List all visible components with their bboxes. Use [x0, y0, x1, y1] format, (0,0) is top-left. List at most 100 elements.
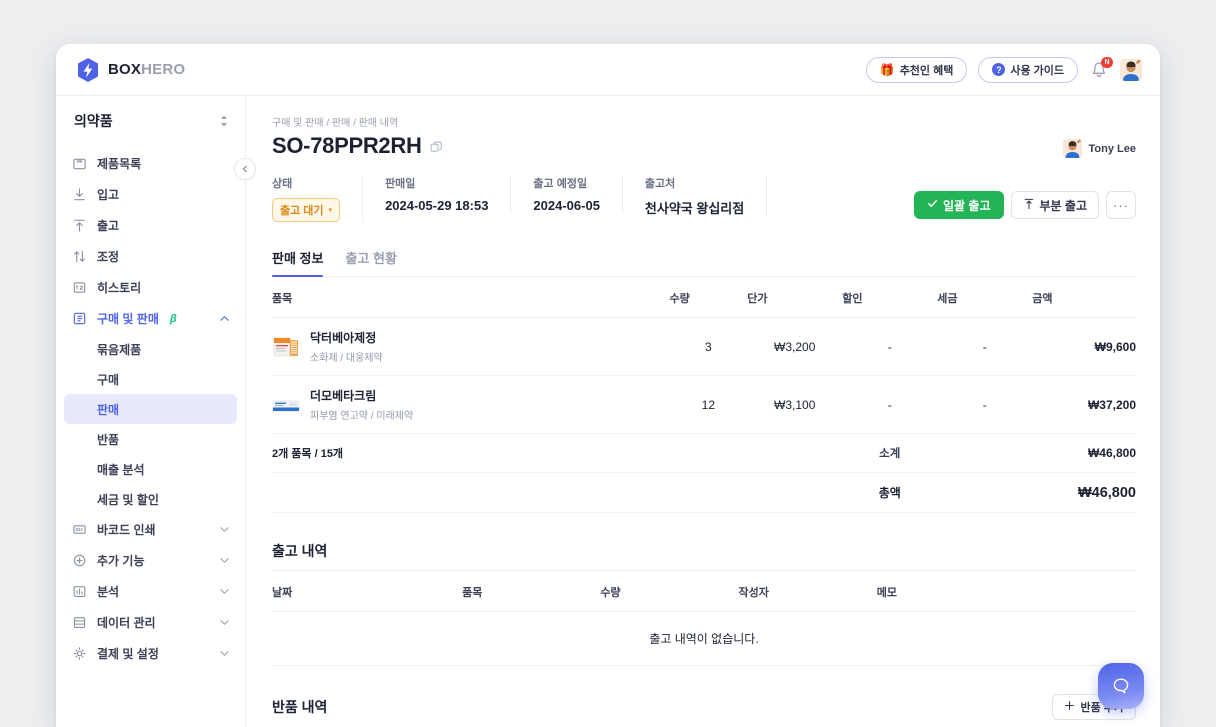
- status-badge[interactable]: 출고 대기 ▾: [272, 198, 340, 222]
- sidebar-item-extra-features[interactable]: 추가 기능: [64, 545, 237, 576]
- table-row[interactable]: 닥터베아제정 소화제 / 대웅제약 3 ₩3,200 - - ₩9,600: [272, 318, 1136, 376]
- sidebar-item-tax-discount[interactable]: 세금 및 할인: [64, 484, 237, 514]
- meta-label: 출고 예정일: [533, 175, 600, 191]
- product-name: 닥터베아제정: [310, 329, 383, 346]
- partial-ship-button[interactable]: 부분 출고: [1011, 191, 1100, 219]
- boxhero-logo-icon: [76, 57, 100, 83]
- tab-label: 판매 정보: [272, 251, 323, 266]
- spacer-cell: [747, 473, 842, 513]
- table-row[interactable]: 더모베타크림 피부염 연고약 / 미래제약 12 ₩3,100 - - ₩37,…: [272, 376, 1136, 434]
- sidebar-item-inbound[interactable]: 입고: [64, 179, 237, 210]
- sidebar-item-sales[interactable]: 판매: [64, 394, 237, 424]
- plus-icon: [1064, 700, 1075, 714]
- col-memo: 메모: [877, 571, 1136, 612]
- sidebar-item-label: 매출 분석: [97, 461, 145, 478]
- chevron-up-icon: [220, 314, 229, 324]
- product-subtitle: 소화제 / 대웅제약: [310, 349, 383, 364]
- product-thumbnail-orange: [272, 334, 300, 360]
- chevron-down-icon: [220, 618, 229, 628]
- sidebar-item-label: 구매: [97, 371, 119, 388]
- chevron-down-icon: [220, 649, 229, 659]
- sidebar-item-label: 묶음제품: [97, 341, 141, 358]
- chevron-left-icon: [241, 165, 249, 173]
- meta-status: 상태 출고 대기 ▾: [272, 175, 363, 222]
- user-guide-button[interactable]: ? 사용 가이드: [978, 57, 1078, 83]
- bulk-ship-button[interactable]: 일괄 출고: [914, 191, 1004, 219]
- cell-qty: 12: [669, 376, 747, 434]
- workspace-selector[interactable]: 의약품: [56, 100, 245, 142]
- barcode-icon: [72, 522, 87, 537]
- shipment-table-head: 날짜 품목 수량 작성자 메모: [272, 571, 1136, 612]
- owner-name: Tony Lee: [1089, 143, 1136, 155]
- tab-shipment-status[interactable]: 출고 현황: [345, 248, 396, 276]
- history-calendar-icon: [72, 280, 87, 295]
- sidebar-item-label: 분석: [97, 583, 119, 600]
- sidebar-collapse-button[interactable]: [234, 158, 256, 180]
- sidebar-item-label: 세금 및 할인: [97, 491, 159, 508]
- cell-discount: -: [842, 318, 937, 376]
- breadcrumb: 구매 및 판매 / 판매 / 판매 내역: [272, 114, 1136, 129]
- subtotal-value-cell: ₩46,800: [1032, 434, 1136, 473]
- sidebar-item-returns[interactable]: 반품: [64, 424, 237, 454]
- arrow-down-into-icon: [72, 187, 87, 202]
- sidebar-item-sales-analysis[interactable]: 매출 분석: [64, 454, 237, 484]
- spacer-cell: [669, 434, 747, 473]
- tab-label: 출고 현황: [345, 251, 396, 266]
- sidebar-item-label: 구매 및 판매: [97, 310, 159, 327]
- notification-bell-button[interactable]: N: [1089, 60, 1109, 80]
- sidebar-item-purchase[interactable]: 구매: [64, 364, 237, 394]
- sidebar-item-products[interactable]: 제품목록: [64, 148, 237, 179]
- sidebar-item-analytics[interactable]: 분석: [64, 576, 237, 607]
- cell-tax: -: [937, 376, 1032, 434]
- sidebar-item-label: 바코드 인쇄: [97, 521, 156, 538]
- sidebar-item-label: 제품목록: [97, 155, 141, 172]
- sidebar-item-data-management[interactable]: 데이터 관리: [64, 607, 237, 638]
- sidebar-item-label: 반품: [97, 431, 119, 448]
- chevron-down-icon: [220, 525, 229, 535]
- subtotal-label-cell: 소계: [842, 434, 937, 473]
- scrollbar[interactable]: [1154, 96, 1159, 727]
- sidebar-item-outbound[interactable]: 출고: [64, 210, 237, 241]
- shipment-section-header: 출고 내역: [272, 541, 1136, 561]
- meta-label: 판매일: [385, 175, 488, 191]
- col-discount: 할인: [842, 277, 937, 318]
- total-label: 총액: [879, 486, 901, 500]
- chat-widget-button[interactable]: [1098, 663, 1144, 709]
- sidebar-item-bundle-products[interactable]: 묶음제품: [64, 334, 237, 364]
- meta-expected-ship-date: 출고 예정일 2024-06-05: [533, 175, 623, 213]
- subtotal-label: 소계: [879, 448, 900, 460]
- sidebar-item-history[interactable]: 히스토리: [64, 272, 237, 303]
- referral-benefit-button[interactable]: 🎁 추천인 혜택: [866, 57, 968, 83]
- summary-row-total: 총액 ₩46,800: [272, 473, 1136, 513]
- sidebar-item-adjust[interactable]: 조정: [64, 241, 237, 272]
- summary-row-subtotal: 2개 품목 / 15개 소계 ₩46,800: [272, 434, 1136, 473]
- meta-row: 상태 출고 대기 ▾ 판매일 2024-05-29 18:53 출고 예정일 2…: [272, 175, 1136, 222]
- copy-icon[interactable]: [430, 141, 443, 159]
- plus-circle-icon: [72, 553, 87, 568]
- spacer-cell: [272, 473, 669, 513]
- sidebar-item-label: 결제 및 설정: [97, 645, 159, 662]
- sidebar-item-billing-settings[interactable]: 결제 및 설정: [64, 638, 237, 669]
- items-table-body: 닥터베아제정 소화제 / 대웅제약 3 ₩3,200 - - ₩9,600: [272, 318, 1136, 513]
- more-actions-button[interactable]: ···: [1106, 191, 1136, 219]
- box-icon: [72, 156, 87, 171]
- sidebar-item-barcode-print[interactable]: 바코드 인쇄: [64, 514, 237, 545]
- tab-sale-info[interactable]: 판매 정보: [272, 248, 323, 276]
- sidebar-item-purchase-sales[interactable]: 구매 및 판매 β: [64, 303, 237, 334]
- bulk-ship-label: 일괄 출고: [943, 197, 991, 214]
- col-item: 품목: [462, 571, 600, 612]
- question-mark-icon: ?: [992, 63, 1005, 76]
- col-qty: 수량: [669, 277, 747, 318]
- product-info: 닥터베아제정 소화제 / 대웅제약: [310, 329, 383, 364]
- logo-text-light: HERO: [141, 61, 185, 78]
- logo[interactable]: BOXHERO: [76, 57, 185, 83]
- table-header-row: 날짜 품목 수량 작성자 메모: [272, 571, 1136, 612]
- title-row: SO-78PPR2RH Tony Lee: [272, 133, 1136, 159]
- col-author: 작성자: [739, 571, 877, 612]
- cell-amount: ₩9,600: [1032, 318, 1136, 376]
- return-section-header: 반품 내역 반품 추가: [272, 694, 1136, 720]
- meta-value: 2024-06-05: [533, 198, 600, 213]
- updown-caret-icon: [219, 114, 229, 129]
- avatar[interactable]: [1120, 59, 1142, 81]
- referral-benefit-label: 추천인 혜택: [900, 62, 954, 78]
